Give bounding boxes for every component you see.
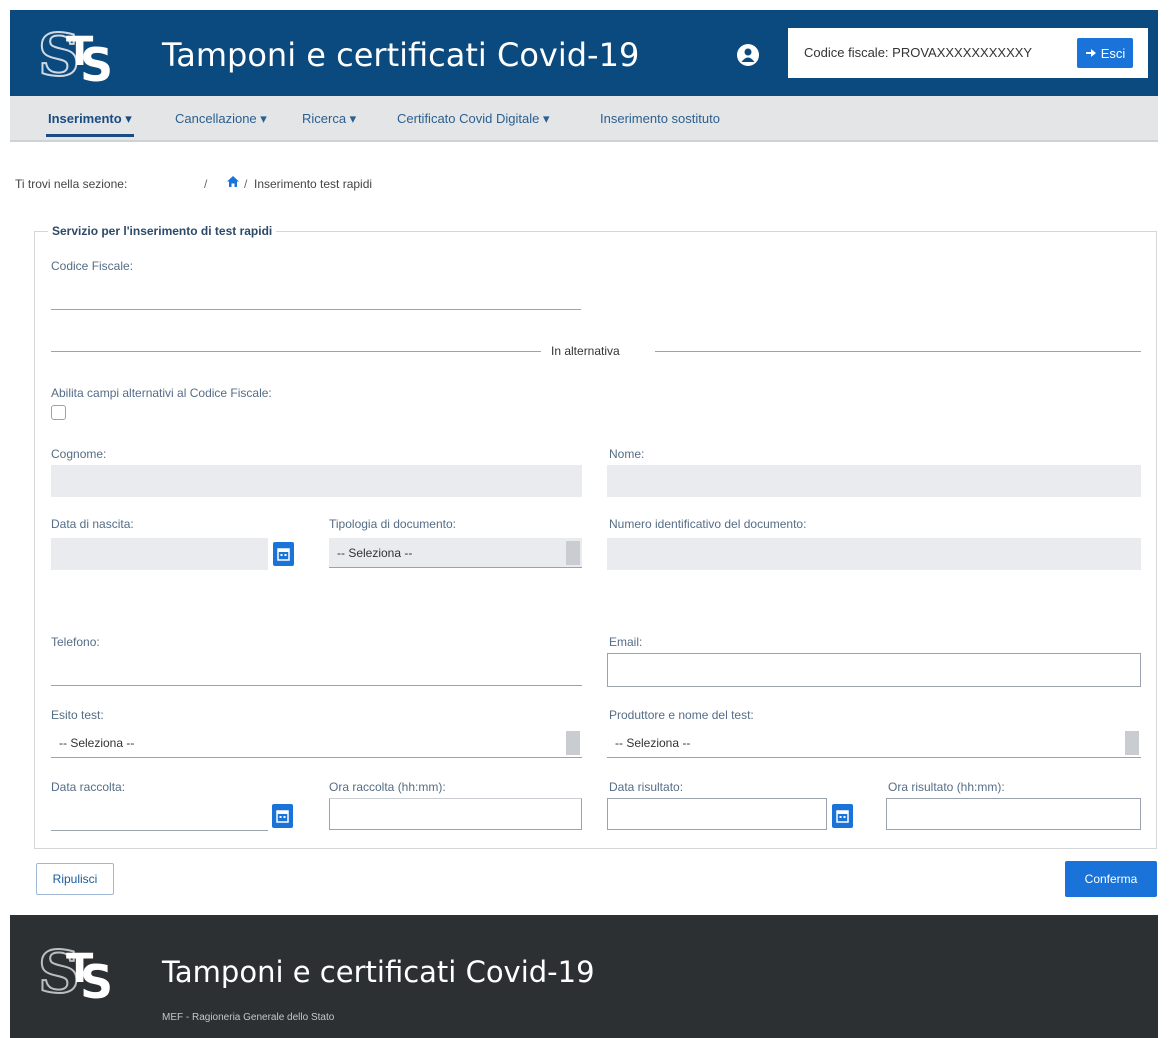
cognome-input[interactable]	[51, 465, 582, 497]
breadcrumb-prefix: Ti trovi nella sezione:	[15, 177, 128, 191]
data-nascita-label: Data di nascita:	[51, 517, 134, 531]
esito-label: Esito test:	[51, 708, 104, 722]
calendar-icon[interactable]	[832, 804, 853, 828]
nome-label: Nome:	[609, 447, 645, 461]
logout-icon	[1085, 49, 1096, 57]
data-nascita-input[interactable]	[51, 538, 268, 570]
sts-logo: S T S	[36, 20, 132, 92]
app-header: S T S Tamponi e certificati Covid-19 Cod…	[10, 10, 1158, 96]
sts-logo: S T S	[36, 937, 132, 1009]
svg-text:S: S	[80, 955, 113, 1002]
ora-risultato-input[interactable]	[886, 798, 1141, 830]
tipologia-value: -- Seleziona --	[337, 546, 413, 560]
alternative-text: In alternativa	[551, 344, 620, 358]
email-input[interactable]	[607, 653, 1141, 687]
enable-alt-checkbox[interactable]	[51, 405, 66, 420]
telefono-input[interactable]	[51, 685, 582, 686]
nav-inserimento[interactable]: Inserimento ▾	[46, 111, 134, 137]
svg-text:S: S	[80, 38, 113, 85]
data-raccolta-label: Data raccolta:	[51, 780, 126, 794]
breadcrumb: Ti trovi nella sezione: / / Inserimento …	[15, 176, 372, 191]
produttore-label: Produttore e nome del test:	[609, 708, 754, 722]
footer-title: Tamponi e certificati Covid-19	[162, 955, 595, 989]
calendar-icon[interactable]	[273, 542, 294, 566]
codice-fiscale-input[interactable]	[51, 309, 581, 310]
breadcrumb-separator: /	[244, 177, 248, 191]
user-info-box: Codice fiscale: PROVAXXXXXXXXXXY Esci	[788, 28, 1148, 78]
divider-right	[655, 351, 1141, 352]
home-icon[interactable]	[226, 175, 240, 191]
enable-alt-label: Abilita campi alternativi al Codice Fisc…	[51, 386, 272, 400]
user-icon[interactable]	[737, 44, 759, 66]
exit-label: Esci	[1100, 45, 1126, 61]
form-legend: Servizio per l'inserimento di test rapid…	[48, 224, 277, 238]
calendar-icon[interactable]	[272, 804, 293, 828]
exit-button[interactable]: Esci	[1077, 38, 1133, 68]
clear-button[interactable]: Ripulisci	[36, 863, 114, 895]
confirm-button[interactable]: Conferma	[1065, 861, 1157, 897]
select-arrow-icon	[566, 541, 580, 565]
breadcrumb-separator: /	[204, 177, 208, 191]
data-risultato-label: Data risultato:	[609, 780, 684, 794]
nome-input[interactable]	[607, 465, 1141, 497]
produttore-select[interactable]: -- Seleziona --	[607, 728, 1141, 758]
nav-ricerca[interactable]: Ricerca ▾	[302, 111, 356, 127]
nav-inserimento-sostituto[interactable]: Inserimento sostituto	[600, 111, 720, 126]
telefono-label: Telefono:	[51, 635, 100, 649]
data-raccolta-input[interactable]	[51, 830, 268, 831]
numero-doc-label: Numero identificativo del documento:	[609, 517, 807, 531]
ora-raccolta-label: Ora raccolta (hh:mm):	[329, 780, 446, 794]
esito-select[interactable]: -- Seleziona --	[51, 728, 582, 758]
ora-raccolta-input[interactable]	[329, 798, 582, 830]
esito-value: -- Seleziona --	[59, 736, 135, 750]
nav-certificato-covid-digitale[interactable]: Certificato Covid Digitale ▾	[397, 111, 549, 127]
email-label: Email:	[609, 635, 643, 649]
nav-cancellazione[interactable]: Cancellazione ▾	[175, 111, 267, 127]
tipologia-label: Tipologia di documento:	[329, 517, 456, 531]
select-arrow-icon	[1125, 731, 1139, 755]
footer-subtitle: MEF - Ragioneria Generale dello Stato	[162, 1012, 335, 1023]
main-nav: Inserimento ▾ Cancellazione ▾ Ricerca ▾ …	[10, 96, 1158, 142]
select-arrow-icon	[566, 731, 580, 755]
tipologia-select[interactable]: -- Seleziona --	[329, 538, 582, 568]
divider-left	[51, 351, 541, 352]
codice-fiscale-text: Codice fiscale: PROVAXXXXXXXXXXY	[804, 45, 1033, 60]
cognome-label: Cognome:	[51, 447, 107, 461]
produttore-value: -- Seleziona --	[615, 736, 691, 750]
numero-doc-input[interactable]	[607, 538, 1141, 570]
breadcrumb-current: Inserimento test rapidi	[254, 177, 373, 191]
ora-risultato-label: Ora risultato (hh:mm):	[888, 780, 1005, 794]
data-risultato-input[interactable]	[607, 798, 827, 830]
app-title: Tamponi e certificati Covid-19	[162, 36, 640, 74]
codice-fiscale-label: Codice Fiscale:	[51, 259, 134, 273]
app-footer: S T S Tamponi e certificati Covid-19 MEF…	[10, 915, 1158, 1038]
